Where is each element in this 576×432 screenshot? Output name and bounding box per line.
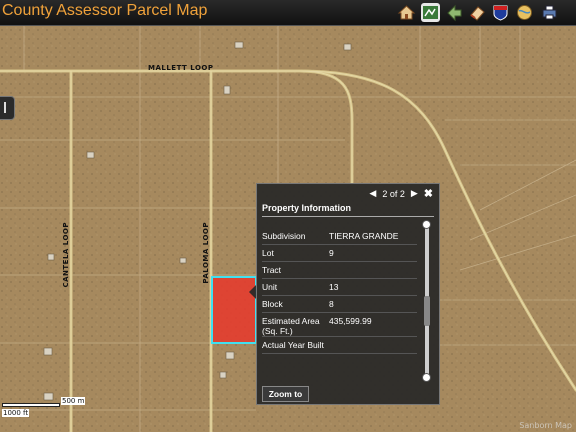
attr-value: 8 (329, 299, 334, 309)
property-info-popup: ◀ 2 of 2 ▶ ✖ Property Information Subdiv… (256, 183, 440, 405)
attr-value: TIERRA GRANDE (329, 231, 399, 241)
zoom-to-button[interactable]: Zoom to (262, 386, 309, 402)
list-item: Unit 13 (262, 279, 417, 296)
title-bar: County Assessor Parcel Map (0, 0, 576, 26)
list-item: Actual Year Built (262, 337, 417, 354)
attr-value: 435,599.99 (329, 316, 372, 326)
popup-scrollbar[interactable] (422, 220, 431, 382)
attr-value: 9 (329, 248, 334, 258)
road-label-mallett: MALLETT LOOP (148, 64, 214, 72)
attr-value: 13 (329, 282, 339, 292)
attr-key: Subdivision (262, 231, 306, 241)
scale-bar (2, 403, 60, 407)
globe-icon[interactable] (515, 3, 534, 22)
divider (262, 216, 434, 217)
scale-label-m: 500 m (61, 397, 86, 405)
scroll-up-icon[interactable] (422, 220, 431, 229)
scroll-down-icon[interactable] (422, 373, 431, 382)
home-icon[interactable] (397, 3, 416, 22)
attr-key: Tract (262, 265, 282, 275)
attr-key: Actual Year Built (262, 340, 324, 350)
eraser-icon[interactable] (468, 3, 487, 22)
app-title: County Assessor Parcel Map (2, 2, 208, 19)
list-item: Lot 9 (262, 245, 417, 262)
attr-key: Block (262, 299, 283, 309)
attr-key: Lot (262, 248, 274, 258)
attr-key: Estimated Area (Sq. Ft.) (262, 316, 320, 336)
popup-pager: ◀ 2 of 2 ▶ ✖ (369, 187, 433, 200)
list-item: Estimated Area (Sq. Ft.) 435,599.99 (262, 313, 417, 337)
list-item: Tract (262, 262, 417, 279)
list-item: Subdivision TIERRA GRANDE (262, 228, 417, 245)
pager-text: 2 of 2 (382, 188, 405, 199)
list-item: Block 8 (262, 296, 417, 313)
map-attribution: Sanborn Map (519, 421, 572, 430)
road-label-cantela: CANTELA LOOP (62, 222, 70, 288)
popup-title: Property Information (262, 203, 352, 213)
close-icon[interactable]: ✖ (424, 187, 433, 200)
map-icon[interactable] (421, 3, 440, 22)
attr-key: Unit (262, 282, 278, 292)
road-label-paloma: PALOMA LOOP (202, 222, 210, 284)
scale-label-ft: 1000 ft (2, 409, 30, 417)
panel-toggle-tab[interactable] (0, 96, 15, 120)
property-attributes[interactable]: Subdivision TIERRA GRANDE Lot 9 Tract Un… (262, 228, 417, 378)
next-icon[interactable]: ▶ (411, 188, 418, 199)
attr-value (329, 340, 417, 353)
previous-icon[interactable]: ◀ (369, 188, 376, 199)
scroll-thumb[interactable] (424, 296, 430, 326)
printer-icon[interactable] (540, 3, 559, 22)
interstate-shield-icon[interactable] (491, 3, 510, 22)
attr-value (329, 265, 417, 278)
arrow-back-icon[interactable] (445, 3, 464, 22)
